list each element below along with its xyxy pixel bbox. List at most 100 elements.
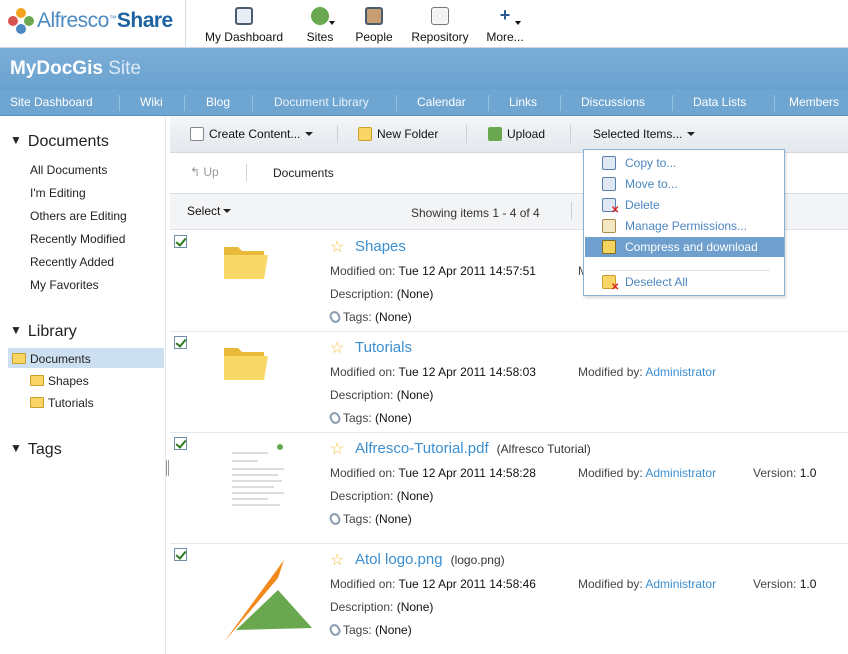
- tags-heading[interactable]: ▼ Tags: [10, 441, 62, 459]
- folder-thumbnail-icon[interactable]: [220, 340, 274, 384]
- collapse-triangle-icon: ▼: [10, 323, 22, 337]
- menu-move-to[interactable]: Move to...: [585, 174, 784, 194]
- sitenav-divider: [672, 95, 673, 111]
- filter-others-editing[interactable]: Others are Editing: [30, 209, 127, 223]
- item-checkbox[interactable]: [174, 548, 187, 561]
- tag-icon: [327, 622, 343, 638]
- menu-delete[interactable]: ✕ Delete: [585, 195, 784, 216]
- item-checkbox[interactable]: [174, 437, 187, 450]
- pdf-thumbnail[interactable]: [228, 439, 290, 537]
- chevron-down-icon: [223, 209, 232, 213]
- item-checkbox[interactable]: [174, 235, 187, 248]
- tag-icon: [327, 511, 343, 527]
- zip-icon: [602, 240, 616, 254]
- path-divider: [246, 164, 247, 182]
- sitenav-wiki[interactable]: Wiki: [140, 95, 163, 109]
- new-folder-button[interactable]: New Folder: [358, 127, 438, 141]
- nav-my-dashboard[interactable]: My Dashboard: [200, 4, 288, 44]
- create-content-icon: [190, 127, 204, 141]
- item-name-link[interactable]: Alfresco-Tutorial.pdf (Alfresco Tutorial): [355, 440, 591, 457]
- favorite-star-icon[interactable]: ☆: [330, 439, 344, 459]
- sitenav-site-dashboard[interactable]: Site Dashboard: [10, 95, 93, 109]
- tree-node-shapes[interactable]: Shapes: [30, 374, 89, 388]
- documents-heading[interactable]: ▼ Documents: [10, 133, 109, 151]
- nav-more[interactable]: + More...: [484, 4, 526, 44]
- folder-thumbnail-icon[interactable]: [220, 239, 274, 283]
- sitenav-divider: [560, 95, 561, 111]
- library-heading[interactable]: ▼ Library: [10, 323, 77, 341]
- user-link[interactable]: Administrator: [645, 365, 716, 379]
- selected-items-menu: Copy to... Move to... ✕ Delete Manage Per…: [583, 149, 785, 296]
- user-link[interactable]: Administrator: [645, 466, 716, 480]
- select-dropdown[interactable]: Select: [187, 204, 232, 218]
- item-name-link[interactable]: Shapes: [355, 238, 406, 255]
- header-divider: [185, 0, 186, 48]
- item-checkbox[interactable]: [174, 336, 187, 349]
- logo-text-alfresco: Alfresco: [37, 9, 109, 32]
- copy-icon: [602, 156, 616, 170]
- description: Description: (None): [330, 287, 434, 301]
- sitenav-document-library[interactable]: Document Library: [274, 95, 369, 109]
- folder-icon: [30, 375, 44, 386]
- people-icon: [365, 7, 383, 25]
- site-header: MyDocGis Site: [0, 48, 848, 90]
- nav-label: More...: [486, 30, 524, 44]
- alfresco-logo[interactable]: Alfresco ™ Share: [8, 6, 186, 36]
- sitenav-divider: [184, 95, 185, 111]
- menu-compress-download[interactable]: Compress and download: [585, 237, 784, 257]
- tree-node-documents[interactable]: Documents: [12, 352, 91, 366]
- site-title[interactable]: MyDocGis Site: [10, 58, 141, 80]
- sitenav-blog[interactable]: Blog: [206, 95, 230, 109]
- modified-by: Modified by: Administrator: [578, 466, 717, 480]
- more-icon: +: [499, 5, 511, 25]
- nav-people[interactable]: People: [351, 4, 397, 44]
- sitenav-calendar[interactable]: Calendar: [417, 95, 466, 109]
- logo-thumbnail[interactable]: [222, 556, 318, 644]
- sitenav-divider: [252, 95, 253, 111]
- folder-up-button[interactable]: ↰ Up: [190, 165, 219, 179]
- tree-node-tutorials[interactable]: Tutorials: [30, 396, 94, 410]
- description: Description: (None): [330, 600, 434, 614]
- description: Description: (None): [330, 489, 434, 503]
- chevron-down-icon: [687, 132, 696, 136]
- menu-manage-permissions[interactable]: Manage Permissions...: [585, 216, 784, 236]
- item-name-link[interactable]: Atol logo.png (logo.png): [355, 551, 505, 568]
- sitenav-data-lists[interactable]: Data Lists: [693, 95, 746, 109]
- description: Description: (None): [330, 388, 434, 402]
- sitenav-links[interactable]: Links: [509, 95, 537, 109]
- toolbar-divider: [570, 125, 571, 143]
- nav-repository[interactable]: Repository: [407, 4, 473, 44]
- create-content-button[interactable]: Create Content...: [190, 127, 314, 141]
- list-item: ☆ Alfresco-Tutorial.pdf (Alfresco Tutoria…: [170, 433, 848, 544]
- collapse-triangle-icon: ▼: [10, 441, 22, 455]
- upload-icon: [488, 127, 502, 141]
- folder-icon: [30, 397, 44, 408]
- filter-my-favorites[interactable]: My Favorites: [30, 278, 99, 292]
- filter-im-editing[interactable]: I'm Editing: [30, 186, 86, 200]
- filter-all-documents[interactable]: All Documents: [30, 163, 107, 177]
- sitenav-divider: [774, 95, 775, 111]
- sidebar-resize-handle[interactable]: [166, 460, 169, 476]
- menu-copy-to[interactable]: Copy to...: [585, 153, 784, 173]
- nav-label: My Dashboard: [204, 30, 284, 44]
- sites-icon: [311, 7, 329, 25]
- favorite-star-icon[interactable]: ☆: [330, 338, 344, 358]
- sitenav-divider: [396, 95, 397, 111]
- upload-button[interactable]: Upload: [488, 127, 545, 141]
- nav-sites[interactable]: Sites: [300, 4, 340, 44]
- modified-on: Modified on: Tue 12 Apr 2011 14:58:03: [330, 365, 536, 379]
- tag-icon: [327, 410, 343, 426]
- item-name-link[interactable]: Tutorials: [355, 339, 412, 356]
- filter-recently-modified[interactable]: Recently Modified: [30, 232, 125, 246]
- sitenav-discussions[interactable]: Discussions: [581, 95, 645, 109]
- selected-items-button[interactable]: Selected Items...: [593, 127, 696, 141]
- tag-icon: [327, 309, 343, 325]
- sitenav-members[interactable]: Members: [789, 95, 839, 109]
- folder-open-icon: [12, 353, 26, 364]
- left-sidebar: ▼ Documents All Documents I'm Editing Oth…: [0, 117, 166, 654]
- filter-recently-added[interactable]: Recently Added: [30, 255, 114, 269]
- favorite-star-icon[interactable]: ☆: [330, 237, 344, 257]
- favorite-star-icon[interactable]: ☆: [330, 550, 344, 570]
- menu-deselect-all[interactable]: ✕ Deselect All: [585, 272, 784, 293]
- user-link[interactable]: Administrator: [645, 577, 716, 591]
